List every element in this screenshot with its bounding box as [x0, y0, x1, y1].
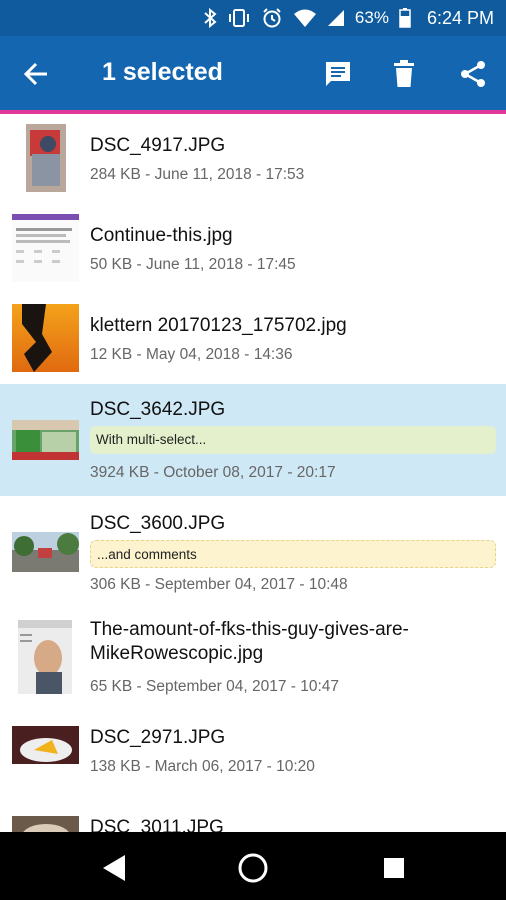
battery-percent: 63% [354, 8, 389, 27]
file-row[interactable]: DSC_2971.JPG 138 KB - March 06, 2017 - 1… [0, 712, 506, 802]
file-thumbnail [12, 214, 79, 282]
file-name: DSC_3011.JPG [90, 817, 224, 832]
back-button[interactable] [18, 56, 54, 92]
nav-recents-button[interactable] [376, 850, 412, 886]
cell-signal-icon [327, 9, 345, 27]
file-row[interactable]: Continue-this.jpg 50 KB - June 11, 2018 … [0, 204, 506, 294]
file-row-selected[interactable]: DSC_3642.JPG With multi-select... 3924 K… [0, 384, 506, 496]
file-name: DSC_4917.JPG [90, 135, 226, 156]
navigation-bar [0, 832, 506, 900]
triangle-back-icon [103, 855, 125, 881]
file-meta: 306 KB - September 04, 2017 - 10:48 [90, 576, 348, 593]
file-meta: 138 KB - March 06, 2017 - 10:20 [90, 758, 315, 775]
file-thumbnail [12, 420, 79, 460]
file-thumbnail [12, 816, 79, 832]
alarm-icon [261, 7, 283, 29]
file-row[interactable]: DSC_3600.JPG ...and comments 306 KB - Se… [0, 496, 506, 606]
file-thumbnail [12, 304, 79, 372]
file-name: DSC_2971.JPG [90, 727, 226, 748]
file-name: Continue-this.jpg [90, 225, 233, 246]
file-thumbnail [26, 124, 66, 192]
vibrate-icon [227, 8, 251, 28]
file-list[interactable]: DSC_4917.JPG 284 KB - June 11, 2018 - 17… [0, 114, 506, 832]
back-icon [23, 62, 47, 86]
app-bar: 1 selected [0, 36, 506, 114]
status-bar: 63% 6:24 PM [0, 0, 506, 36]
file-thumbnail [12, 532, 79, 572]
file-row[interactable]: DSC_3011.JPG [0, 802, 506, 832]
wifi-icon [293, 8, 317, 28]
comment-button[interactable] [320, 56, 356, 92]
file-thumbnail [18, 620, 72, 694]
file-meta: 284 KB - June 11, 2018 - 17:53 [90, 166, 305, 183]
comment-icon [326, 62, 350, 86]
nav-back-button[interactable] [96, 850, 132, 886]
file-name: klettern 20170123_175702.jpg [90, 315, 347, 336]
delete-icon [394, 60, 414, 87]
file-name: The-amount-of-fks-this-guy-gives-are-Mik… [90, 619, 409, 664]
file-thumbnail [12, 726, 79, 764]
file-meta: 12 KB - May 04, 2018 - 14:36 [90, 346, 293, 363]
circle-home-icon [238, 853, 268, 883]
bluetooth-icon [203, 8, 217, 28]
battery-icon [399, 8, 411, 28]
file-name: DSC_3642.JPG [90, 399, 226, 420]
clock: 6:24 PM [426, 7, 494, 28]
file-meta: 3924 KB - October 08, 2017 - 20:17 [90, 464, 336, 481]
file-name: DSC_3600.JPG [90, 513, 226, 534]
square-recents-icon [384, 858, 404, 878]
file-comment: ...and comments [90, 540, 496, 568]
file-row[interactable]: klettern 20170123_175702.jpg 12 KB - May… [0, 294, 506, 384]
share-icon [461, 61, 485, 87]
file-row[interactable]: The-amount-of-fks-this-guy-gives-are-Mik… [0, 606, 506, 712]
nav-home-button[interactable] [235, 850, 271, 886]
share-button[interactable] [455, 56, 491, 92]
delete-button[interactable] [386, 56, 422, 92]
file-meta: 65 KB - September 04, 2017 - 10:47 [90, 678, 340, 695]
file-comment: With multi-select... [90, 426, 496, 454]
file-row[interactable]: DSC_4917.JPG 284 KB - June 11, 2018 - 17… [0, 114, 506, 204]
file-meta: 50 KB - June 11, 2018 - 17:45 [90, 256, 296, 273]
selection-count-title: 1 selected [102, 58, 223, 86]
